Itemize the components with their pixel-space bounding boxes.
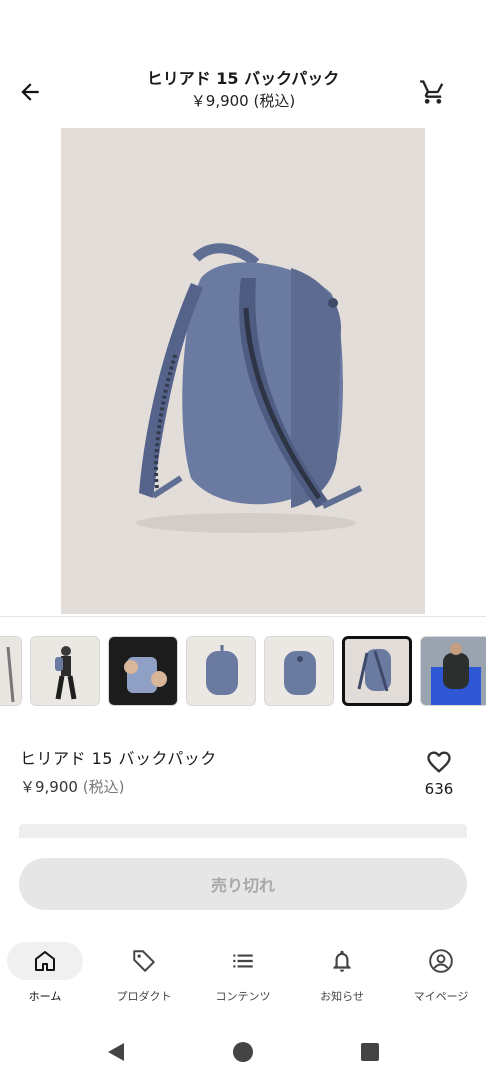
home-icon: [35, 951, 55, 971]
favorite-count: 636: [424, 780, 454, 798]
nav-notifications[interactable]: お知らせ: [296, 942, 388, 1006]
nav-label: ホーム: [28, 990, 62, 1003]
nav-icon-container: [7, 942, 83, 980]
nav-icon-container: [304, 942, 380, 980]
backpack-image: [61, 128, 425, 614]
nav-products[interactable]: プロダクト: [98, 942, 190, 1006]
thumbnail-image: [431, 643, 481, 705]
thumbnail-image: [357, 649, 391, 692]
header-price: ￥9,900 (税込): [190, 92, 296, 110]
page-title: ヒリアド 15 バックパック: [146, 69, 340, 88]
heart-icon: [427, 751, 451, 773]
system-back-icon[interactable]: [104, 1040, 128, 1064]
thumbnail-strip[interactable]: [0, 616, 486, 715]
thumbnail[interactable]: [108, 636, 178, 706]
arrow-left-icon: [21, 83, 39, 101]
favorite-button[interactable]: [420, 748, 458, 778]
nav-label: マイページ: [413, 990, 469, 1003]
option-bar: [19, 824, 467, 838]
thumbnail-image: [206, 645, 238, 695]
thumbnail[interactable]: [0, 636, 22, 706]
product-name: ヒリアド 15 バックパック: [20, 749, 217, 768]
nav-mypage[interactable]: マイページ: [395, 942, 486, 1006]
header-title-block: ヒリアド 15 バックパック ￥9,900 (税込): [90, 68, 396, 112]
nav-icon-container: [106, 942, 182, 980]
thumbnail-image: [55, 646, 77, 700]
product-price: ￥9,900 (税込): [20, 776, 124, 798]
price-amount: ￥9,900: [20, 778, 78, 796]
thumbnail[interactable]: [30, 636, 100, 706]
product-main-image[interactable]: [61, 128, 425, 614]
nav-label: コンテンツ: [215, 990, 271, 1003]
thumbnail-image: [284, 651, 316, 695]
nav-contents[interactable]: コンテンツ: [197, 942, 289, 1006]
cart-button[interactable]: [414, 74, 452, 110]
sold-out-button[interactable]: 売り切れ: [19, 858, 467, 910]
thumbnail[interactable]: [264, 636, 334, 706]
thumbnail[interactable]: [420, 636, 486, 706]
nav-label: プロダクト: [116, 990, 172, 1003]
tag-icon: [133, 950, 155, 972]
thumbnail-image: [6, 646, 15, 703]
account-icon: [429, 949, 453, 973]
thumbnail-selected[interactable]: [342, 636, 412, 706]
nav-icon-container: [205, 942, 281, 980]
thumbnail[interactable]: [186, 636, 256, 706]
price-tax-label: (税込): [82, 778, 125, 796]
bell-icon: [333, 950, 351, 972]
list-icon: [233, 954, 253, 968]
nav-label: お知らせ: [320, 990, 364, 1003]
thumbnail-image: [124, 657, 167, 693]
nav-icon-container: [403, 942, 479, 980]
back-button[interactable]: [12, 74, 48, 110]
cart-icon: [420, 80, 444, 104]
system-recents-icon[interactable]: [358, 1040, 382, 1064]
nav-home[interactable]: ホーム: [0, 942, 91, 1006]
system-home-icon[interactable]: [231, 1040, 255, 1064]
